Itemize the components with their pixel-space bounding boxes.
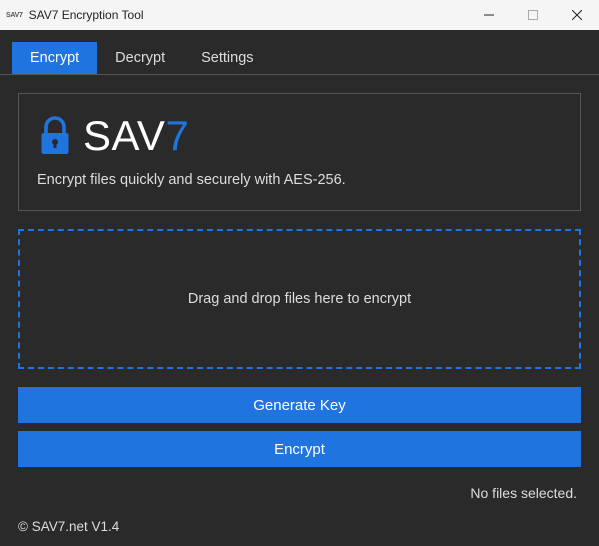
maximize-icon <box>528 10 538 20</box>
close-button[interactable] <box>555 0 599 30</box>
app-icon: SAV7 <box>6 12 23 19</box>
main-area: SAV7 Encrypt files quickly and securely … <box>0 75 599 519</box>
maximize-button[interactable] <box>511 0 555 30</box>
encrypt-button[interactable]: Encrypt <box>18 431 581 467</box>
brand-accent: 7 <box>165 112 189 159</box>
hero-card: SAV7 Encrypt files quickly and securely … <box>18 93 581 211</box>
tagline: Encrypt files quickly and securely with … <box>37 172 562 188</box>
generate-key-button[interactable]: Generate Key <box>18 387 581 423</box>
minimize-button[interactable] <box>467 0 511 30</box>
minimize-icon <box>484 10 494 20</box>
dropzone-label: Drag and drop files here to encrypt <box>188 291 411 307</box>
footer-text: © SAV7.net V1.4 <box>0 519 599 546</box>
window-controls <box>467 0 599 30</box>
tab-encrypt[interactable]: Encrypt <box>12 42 97 74</box>
brand-row: SAV7 <box>37 114 562 158</box>
tab-decrypt[interactable]: Decrypt <box>97 42 183 74</box>
lock-icon <box>37 114 73 158</box>
brand-text: SAV7 <box>83 115 189 157</box>
file-dropzone[interactable]: Drag and drop files here to encrypt <box>18 229 581 369</box>
titlebar: SAV7 SAV7 Encryption Tool <box>0 0 599 30</box>
tab-settings[interactable]: Settings <box>183 42 271 74</box>
tab-bar: Encrypt Decrypt Settings <box>0 30 599 75</box>
brand-prefix: SAV <box>83 112 165 159</box>
window-title: SAV7 Encryption Tool <box>29 8 467 22</box>
status-text: No files selected. <box>18 485 581 501</box>
close-icon <box>572 10 582 20</box>
